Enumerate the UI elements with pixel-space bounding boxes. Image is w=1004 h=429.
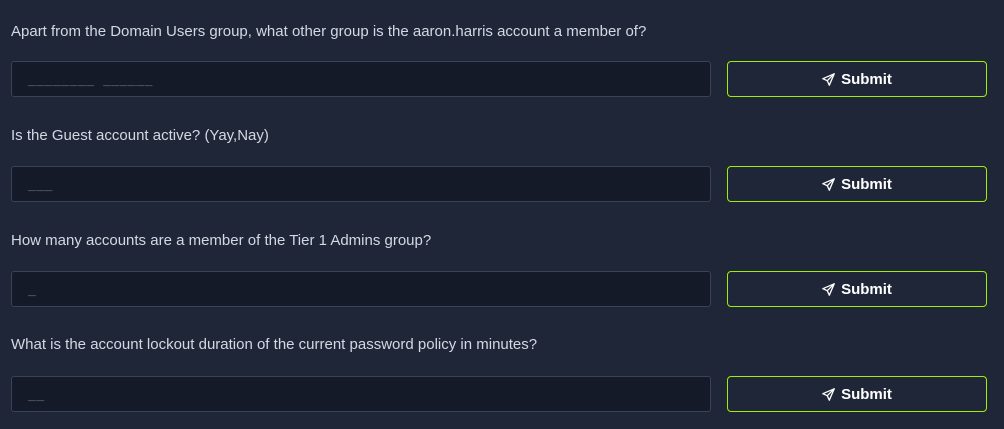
paper-plane-icon	[822, 72, 835, 86]
question-2-answer-input[interactable]	[11, 166, 711, 202]
question-1-answer-input[interactable]	[11, 61, 711, 97]
question-4-text: What is the account lockout duration of …	[11, 336, 538, 353]
paper-plane-icon	[822, 282, 835, 296]
question-1-submit-button[interactable]: Submit	[727, 61, 987, 97]
question-4-submit-button[interactable]: Submit	[727, 376, 987, 412]
submit-label: Submit	[841, 175, 892, 193]
question-2-submit-button[interactable]: Submit	[727, 166, 987, 202]
submit-label: Submit	[841, 70, 892, 88]
submit-label: Submit	[841, 385, 892, 403]
questions-panel: Apart from the Domain Users group, what …	[0, 0, 1004, 429]
question-4-answer-input[interactable]	[11, 376, 711, 412]
question-3-text: How many accounts are a member of the Ti…	[11, 232, 432, 249]
question-3-answer-input[interactable]	[11, 271, 711, 307]
question-2-text: Is the Guest account active? (Yay,Nay)	[11, 127, 269, 144]
question-1-text: Apart from the Domain Users group, what …	[11, 23, 647, 40]
paper-plane-icon	[822, 387, 835, 401]
paper-plane-icon	[822, 177, 835, 191]
submit-label: Submit	[841, 280, 892, 298]
question-3-submit-button[interactable]: Submit	[727, 271, 987, 307]
